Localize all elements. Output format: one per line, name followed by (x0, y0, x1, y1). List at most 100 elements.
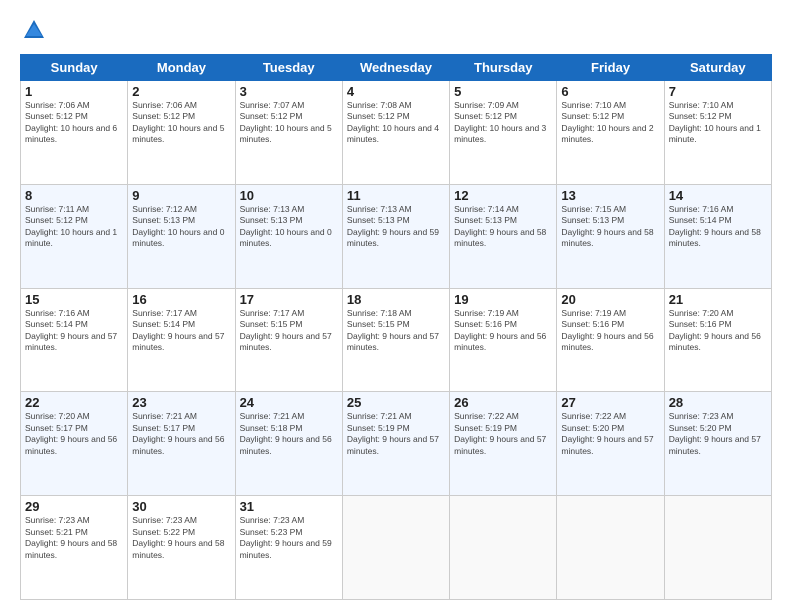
day-number: 2 (132, 84, 230, 99)
day-info: Sunrise: 7:19 AM Sunset: 5:16 PM Dayligh… (454, 308, 552, 354)
day-info: Sunrise: 7:20 AM Sunset: 5:17 PM Dayligh… (25, 411, 123, 457)
day-info: Sunrise: 7:06 AM Sunset: 5:12 PM Dayligh… (25, 100, 123, 146)
weekday-header-tuesday: Tuesday (235, 55, 342, 81)
day-number: 27 (561, 395, 659, 410)
logo-icon (20, 16, 48, 44)
day-info: Sunrise: 7:22 AM Sunset: 5:19 PM Dayligh… (454, 411, 552, 457)
calendar-cell: 2 Sunrise: 7:06 AM Sunset: 5:12 PM Dayli… (128, 81, 235, 185)
day-number: 30 (132, 499, 230, 514)
calendar-cell (557, 496, 664, 600)
day-info: Sunrise: 7:21 AM Sunset: 5:19 PM Dayligh… (347, 411, 445, 457)
calendar-cell: 15 Sunrise: 7:16 AM Sunset: 5:14 PM Dayl… (21, 288, 128, 392)
calendar-cell: 7 Sunrise: 7:10 AM Sunset: 5:12 PM Dayli… (664, 81, 771, 185)
calendar-cell: 23 Sunrise: 7:21 AM Sunset: 5:17 PM Dayl… (128, 392, 235, 496)
day-number: 9 (132, 188, 230, 203)
calendar-cell: 19 Sunrise: 7:19 AM Sunset: 5:16 PM Dayl… (450, 288, 557, 392)
day-number: 3 (240, 84, 338, 99)
calendar-cell: 30 Sunrise: 7:23 AM Sunset: 5:22 PM Dayl… (128, 496, 235, 600)
day-number: 10 (240, 188, 338, 203)
weekday-header-thursday: Thursday (450, 55, 557, 81)
day-number: 16 (132, 292, 230, 307)
calendar-cell (450, 496, 557, 600)
calendar-cell: 22 Sunrise: 7:20 AM Sunset: 5:17 PM Dayl… (21, 392, 128, 496)
calendar-cell: 8 Sunrise: 7:11 AM Sunset: 5:12 PM Dayli… (21, 184, 128, 288)
day-number: 22 (25, 395, 123, 410)
calendar-cell: 20 Sunrise: 7:19 AM Sunset: 5:16 PM Dayl… (557, 288, 664, 392)
day-number: 13 (561, 188, 659, 203)
calendar-cell: 9 Sunrise: 7:12 AM Sunset: 5:13 PM Dayli… (128, 184, 235, 288)
day-info: Sunrise: 7:08 AM Sunset: 5:12 PM Dayligh… (347, 100, 445, 146)
weekday-header-saturday: Saturday (664, 55, 771, 81)
day-number: 4 (347, 84, 445, 99)
header (20, 16, 772, 44)
calendar-cell (664, 496, 771, 600)
calendar-cell: 16 Sunrise: 7:17 AM Sunset: 5:14 PM Dayl… (128, 288, 235, 392)
calendar-cell: 24 Sunrise: 7:21 AM Sunset: 5:18 PM Dayl… (235, 392, 342, 496)
day-number: 24 (240, 395, 338, 410)
day-number: 28 (669, 395, 767, 410)
calendar-cell: 12 Sunrise: 7:14 AM Sunset: 5:13 PM Dayl… (450, 184, 557, 288)
day-info: Sunrise: 7:23 AM Sunset: 5:22 PM Dayligh… (132, 515, 230, 561)
day-info: Sunrise: 7:23 AM Sunset: 5:23 PM Dayligh… (240, 515, 338, 561)
calendar-cell: 18 Sunrise: 7:18 AM Sunset: 5:15 PM Dayl… (342, 288, 449, 392)
day-number: 18 (347, 292, 445, 307)
day-info: Sunrise: 7:14 AM Sunset: 5:13 PM Dayligh… (454, 204, 552, 250)
calendar-cell: 26 Sunrise: 7:22 AM Sunset: 5:19 PM Dayl… (450, 392, 557, 496)
calendar-cell: 25 Sunrise: 7:21 AM Sunset: 5:19 PM Dayl… (342, 392, 449, 496)
day-info: Sunrise: 7:23 AM Sunset: 5:21 PM Dayligh… (25, 515, 123, 561)
weekday-header-monday: Monday (128, 55, 235, 81)
day-number: 19 (454, 292, 552, 307)
day-number: 20 (561, 292, 659, 307)
page: SundayMondayTuesdayWednesdayThursdayFrid… (0, 0, 792, 612)
day-info: Sunrise: 7:12 AM Sunset: 5:13 PM Dayligh… (132, 204, 230, 250)
calendar-cell: 11 Sunrise: 7:13 AM Sunset: 5:13 PM Dayl… (342, 184, 449, 288)
calendar-cell: 3 Sunrise: 7:07 AM Sunset: 5:12 PM Dayli… (235, 81, 342, 185)
day-number: 6 (561, 84, 659, 99)
day-number: 14 (669, 188, 767, 203)
day-info: Sunrise: 7:13 AM Sunset: 5:13 PM Dayligh… (240, 204, 338, 250)
day-info: Sunrise: 7:13 AM Sunset: 5:13 PM Dayligh… (347, 204, 445, 250)
day-info: Sunrise: 7:10 AM Sunset: 5:12 PM Dayligh… (561, 100, 659, 146)
calendar-cell: 27 Sunrise: 7:22 AM Sunset: 5:20 PM Dayl… (557, 392, 664, 496)
day-number: 8 (25, 188, 123, 203)
day-info: Sunrise: 7:11 AM Sunset: 5:12 PM Dayligh… (25, 204, 123, 250)
day-info: Sunrise: 7:16 AM Sunset: 5:14 PM Dayligh… (25, 308, 123, 354)
day-number: 7 (669, 84, 767, 99)
day-info: Sunrise: 7:15 AM Sunset: 5:13 PM Dayligh… (561, 204, 659, 250)
calendar-cell: 6 Sunrise: 7:10 AM Sunset: 5:12 PM Dayli… (557, 81, 664, 185)
day-number: 31 (240, 499, 338, 514)
day-info: Sunrise: 7:17 AM Sunset: 5:14 PM Dayligh… (132, 308, 230, 354)
calendar-cell: 4 Sunrise: 7:08 AM Sunset: 5:12 PM Dayli… (342, 81, 449, 185)
day-number: 11 (347, 188, 445, 203)
day-info: Sunrise: 7:18 AM Sunset: 5:15 PM Dayligh… (347, 308, 445, 354)
day-number: 29 (25, 499, 123, 514)
day-number: 17 (240, 292, 338, 307)
day-info: Sunrise: 7:21 AM Sunset: 5:17 PM Dayligh… (132, 411, 230, 457)
day-number: 21 (669, 292, 767, 307)
day-info: Sunrise: 7:21 AM Sunset: 5:18 PM Dayligh… (240, 411, 338, 457)
day-info: Sunrise: 7:09 AM Sunset: 5:12 PM Dayligh… (454, 100, 552, 146)
calendar-cell: 14 Sunrise: 7:16 AM Sunset: 5:14 PM Dayl… (664, 184, 771, 288)
day-number: 12 (454, 188, 552, 203)
day-number: 15 (25, 292, 123, 307)
day-number: 25 (347, 395, 445, 410)
logo (20, 16, 52, 44)
weekday-header-wednesday: Wednesday (342, 55, 449, 81)
day-info: Sunrise: 7:16 AM Sunset: 5:14 PM Dayligh… (669, 204, 767, 250)
calendar-table: SundayMondayTuesdayWednesdayThursdayFrid… (20, 54, 772, 600)
calendar-cell: 10 Sunrise: 7:13 AM Sunset: 5:13 PM Dayl… (235, 184, 342, 288)
calendar-cell (342, 496, 449, 600)
day-info: Sunrise: 7:20 AM Sunset: 5:16 PM Dayligh… (669, 308, 767, 354)
day-number: 5 (454, 84, 552, 99)
calendar-cell: 21 Sunrise: 7:20 AM Sunset: 5:16 PM Dayl… (664, 288, 771, 392)
calendar-cell: 5 Sunrise: 7:09 AM Sunset: 5:12 PM Dayli… (450, 81, 557, 185)
day-info: Sunrise: 7:07 AM Sunset: 5:12 PM Dayligh… (240, 100, 338, 146)
weekday-header-sunday: Sunday (21, 55, 128, 81)
day-number: 23 (132, 395, 230, 410)
weekday-header-friday: Friday (557, 55, 664, 81)
calendar-cell: 28 Sunrise: 7:23 AM Sunset: 5:20 PM Dayl… (664, 392, 771, 496)
calendar-cell: 1 Sunrise: 7:06 AM Sunset: 5:12 PM Dayli… (21, 81, 128, 185)
calendar-cell: 31 Sunrise: 7:23 AM Sunset: 5:23 PM Dayl… (235, 496, 342, 600)
calendar-cell: 13 Sunrise: 7:15 AM Sunset: 5:13 PM Dayl… (557, 184, 664, 288)
day-info: Sunrise: 7:17 AM Sunset: 5:15 PM Dayligh… (240, 308, 338, 354)
